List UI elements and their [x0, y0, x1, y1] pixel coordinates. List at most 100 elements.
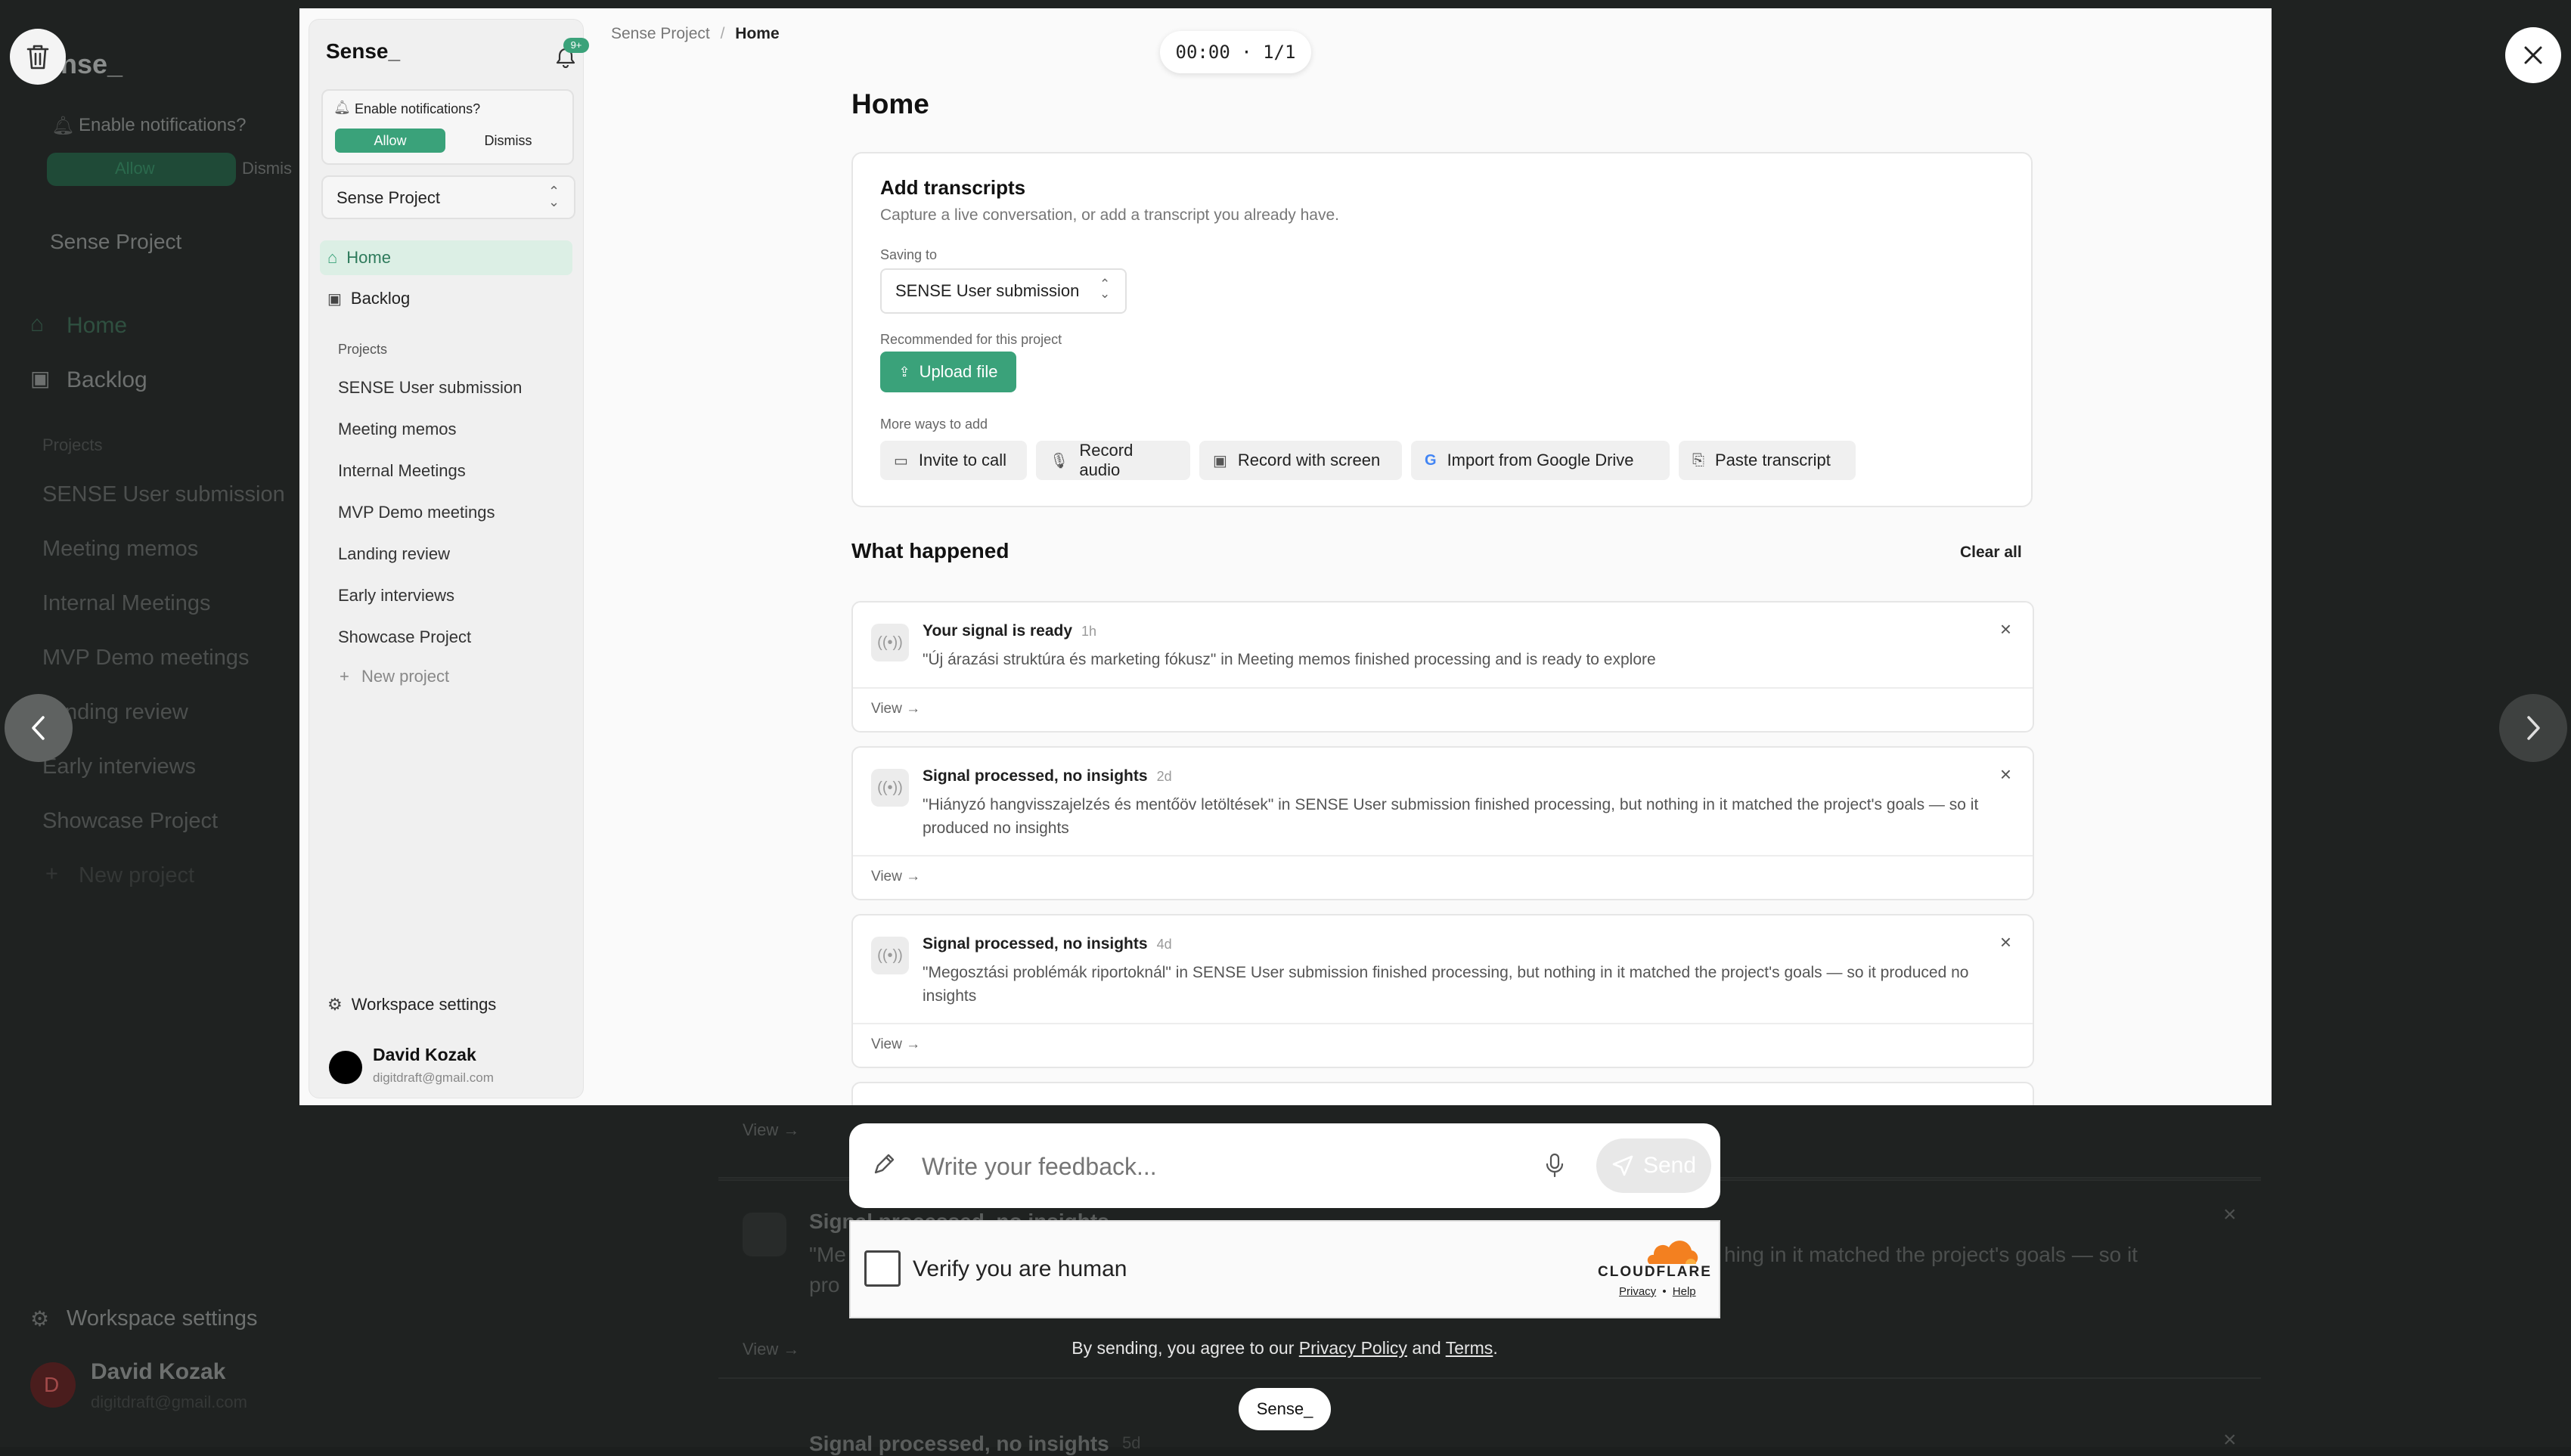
activity-description: "Új árazási struktúra és marketing fókus… [923, 651, 1656, 668]
projects-heading: Projects [338, 342, 388, 357]
project-selector[interactable]: Sense Project ⌃ ⌄ [321, 175, 575, 219]
clear-all-button[interactable]: Clear all [1960, 544, 2022, 562]
sidebar-item-project[interactable]: Internal Meetings [338, 461, 466, 481]
bg-signal-desc2: pro [809, 1273, 840, 1296]
activity-age: 2d [1156, 769, 1172, 784]
breadcrumb: Sense Project / Home [611, 25, 780, 43]
sidebar-item-project[interactable]: MVP Demo meetings [338, 503, 495, 522]
sidebar-item-project[interactable]: Showcase Project [338, 627, 471, 647]
feedback-composer: Send [849, 1123, 1720, 1208]
add-transcripts-card: Add transcripts Capture a live conversat… [851, 152, 2033, 507]
bg-signal-age: 5d [1122, 1433, 1141, 1452]
import-google-drive-button[interactable]: G Import from Google Drive [1411, 441, 1670, 480]
microphone-icon: 🎙︎ [1050, 452, 1069, 469]
terms-link[interactable]: Terms [1446, 1338, 1493, 1358]
recording-timer: 00:00 · 1/1 [1160, 31, 1311, 73]
paste-transcript-button[interactable]: ⎘ Paste transcript [1679, 441, 1856, 480]
cloudflare-help-link[interactable]: Help [1673, 1285, 1696, 1298]
privacy-policy-link[interactable]: Privacy Policy [1299, 1338, 1407, 1358]
google-icon: G [1425, 451, 1437, 469]
view-link[interactable]: View → [871, 701, 920, 717]
record-audio-label: Record audio [1079, 441, 1134, 479]
microphone-button[interactable] [1545, 1152, 1565, 1183]
view-link[interactable]: View → [871, 1036, 920, 1053]
chevron-updown-icon: ⌃ ⌄ [548, 184, 560, 209]
verify-checkbox[interactable] [864, 1250, 901, 1287]
activity-item[interactable]: ((•)) Your signal is ready 1h "Új árazási… [851, 601, 2034, 733]
sidebar-item-project[interactable]: SENSE User submission [338, 378, 522, 398]
bg-view-link: View → [743, 1340, 800, 1358]
cloudflare-privacy-link[interactable]: Privacy [1619, 1285, 1656, 1298]
send-button[interactable]: Send [1596, 1138, 1711, 1193]
bg-project-item: MVP Demo meetings [42, 646, 250, 670]
bg-user-name: David Kozak [91, 1359, 226, 1384]
terms-prefix: By sending, you agree to our [1072, 1338, 1295, 1358]
bg-signal-card: Signal processed, no insights 5d × [718, 1406, 2261, 1455]
new-project-label: New project [361, 667, 450, 686]
invite-to-call-button[interactable]: ▭ Invite to call [880, 441, 1027, 480]
next-button[interactable] [2499, 694, 2567, 762]
saving-to-select[interactable]: SENSE User submission ⌃ ⌄ [880, 268, 1127, 314]
gear-icon: ⚙ [327, 995, 343, 1014]
record-audio-button[interactable]: 🎙︎ Record audio [1036, 441, 1190, 480]
nav-backlog[interactable]: ▣ Backlog [320, 281, 572, 316]
main-content: Sense Project / Home 00:00 · 1/1 Home Ad… [611, 8, 2272, 1105]
feedback-input[interactable] [920, 1145, 1468, 1188]
workspace-settings[interactable]: ⚙ Workspace settings [320, 987, 572, 1022]
dismiss-activity-icon[interactable]: × [2000, 763, 2011, 786]
close-recorder-button[interactable] [2505, 27, 2561, 83]
upload-icon: ⇪ [898, 364, 910, 379]
terms-line: By sending, you agree to our Privacy Pol… [849, 1338, 1720, 1358]
dismiss-activity-icon[interactable]: × [2000, 931, 2011, 954]
bg-allow-label: Allow [115, 159, 155, 178]
allow-button[interactable]: Allow [335, 129, 445, 153]
activity-feed: ((•)) Your signal is ready 1h "Új árazási… [851, 590, 2034, 1105]
bg-signal-desc: "Me [809, 1243, 846, 1266]
dismiss-button[interactable]: Dismiss [453, 129, 563, 153]
nav-home[interactable]: ⌂ Home [320, 240, 572, 275]
sidebar-item-project[interactable]: Early interviews [338, 586, 454, 606]
bg-project-item: Internal Meetings [42, 591, 211, 615]
avatar[interactable] [329, 1051, 362, 1084]
nav-home-label: Home [346, 248, 391, 267]
bg-bell-icon: 🔔︎ [51, 116, 75, 136]
more-ways-label: More ways to add [880, 417, 988, 432]
activity-item[interactable]: ((•)) Signal processed, no insights 4d "M… [851, 914, 2034, 1068]
breadcrumb-current: Home [735, 25, 780, 42]
upload-file-button[interactable]: ⇪ Upload file [880, 352, 1016, 392]
trash-button[interactable] [10, 29, 66, 85]
microphone-icon [1546, 1153, 1564, 1178]
prev-button[interactable] [5, 694, 73, 762]
recommended-label: Recommended for this project [880, 332, 1062, 347]
sidebar-item-project[interactable]: Landing review [338, 544, 450, 564]
sidebar-item-project[interactable]: Meeting memos [338, 420, 457, 439]
bg-user-email: digitdraft@gmail.com [91, 1392, 247, 1411]
dismiss-activity-icon[interactable]: × [2000, 618, 2011, 641]
page-title: Home [851, 88, 929, 119]
saving-to-value: SENSE User submission [895, 281, 1080, 300]
brand-pill[interactable]: Sense_ [1239, 1388, 1331, 1430]
brand-logo: Sense_ [326, 39, 401, 63]
new-project-button[interactable]: + New project [340, 667, 449, 686]
bg-allow-button: Allow [47, 153, 236, 186]
bg-signal-desc-tail: hing in it matched the project's goals —… [1724, 1243, 2138, 1266]
pencil-icon [870, 1151, 898, 1182]
send-label: Send [1642, 1153, 1697, 1178]
chevron-left-icon [32, 716, 45, 740]
bg-project-item: Showcase Project [42, 809, 219, 833]
screen-icon: ▣ [1213, 452, 1227, 469]
activity-description: "Hiányzó hangvisszajelzés és mentőöv let… [923, 796, 1979, 837]
add-transcripts-title: Add transcripts [880, 176, 1026, 199]
user-email: digitdraft@gmail.com [373, 1070, 494, 1085]
breadcrumb-root[interactable]: Sense Project [611, 25, 710, 42]
view-link[interactable]: View → [871, 869, 920, 885]
cloudflare-links: Privacy • Help [1619, 1285, 1696, 1298]
bg-dismiss-label: Dismis [242, 159, 292, 178]
what-happened-heading: What happened [851, 539, 1009, 562]
activity-title: Your signal is ready 1h [923, 622, 1097, 640]
sidebar: Sense_ 9+ 🔔︎ Enable notifications? Allow… [309, 19, 589, 1098]
backlog-icon: ▣ [327, 290, 342, 308]
record-with-screen-button[interactable]: ▣ Record with screen [1199, 441, 1402, 480]
notification-badge: 9+ [563, 38, 589, 53]
activity-item[interactable]: ((•)) Signal processed, no insights 2d "H… [851, 746, 2034, 900]
